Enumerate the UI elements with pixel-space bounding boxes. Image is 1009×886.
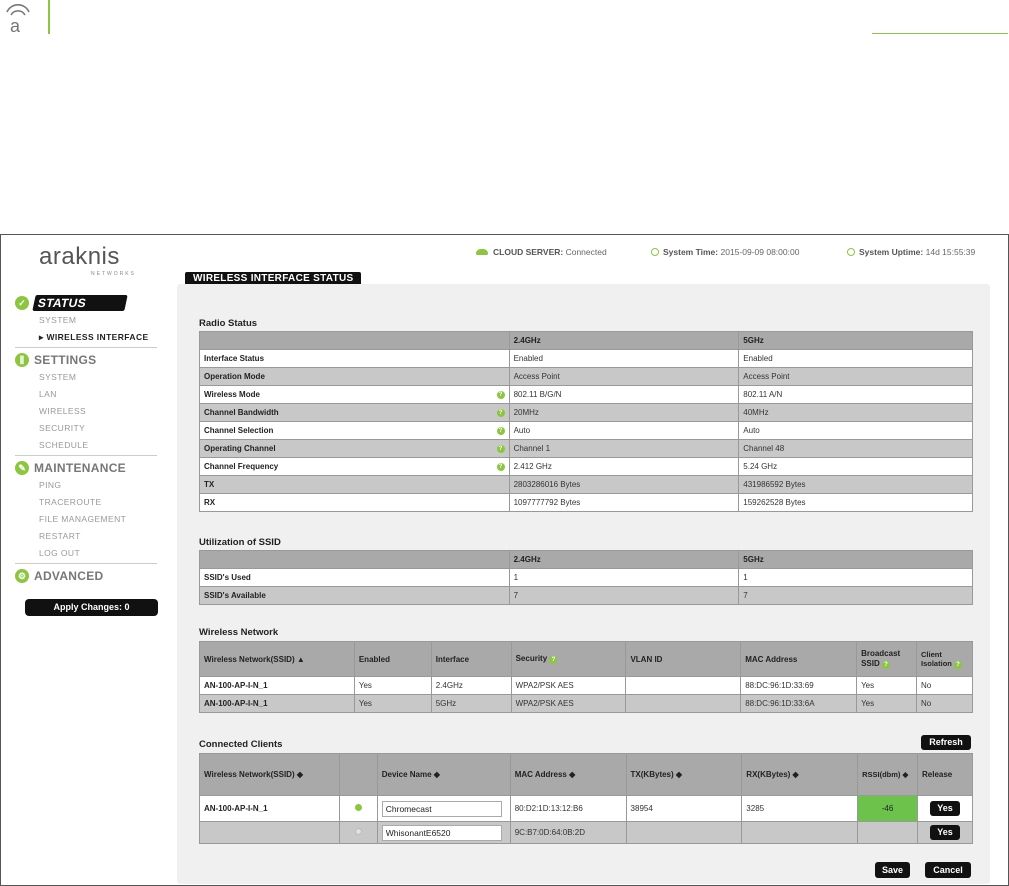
wrench-icon: ✎ bbox=[15, 460, 29, 475]
table-row: RX 1097777792 Bytes 159262528 Bytes bbox=[199, 493, 973, 512]
table-row: AN-100-AP-I-N_1 Yes 2.4GHz WPA2/PSK AES 88:D… bbox=[199, 676, 973, 695]
nav-settings[interactable]: ⫼ SETTINGS bbox=[15, 350, 160, 369]
clock-icon bbox=[847, 248, 855, 256]
table-row: AN-100-AP-I-N_1 Chromecast 80:D2:1D:13:1… bbox=[199, 795, 973, 822]
cancel-button[interactable]: Cancel bbox=[925, 862, 971, 878]
release-button[interactable]: Yes bbox=[930, 801, 960, 816]
table-row: Channel Selection? Auto Auto bbox=[199, 421, 973, 440]
divider bbox=[15, 455, 157, 456]
sliders-icon: ⫼ bbox=[15, 352, 29, 367]
check-icon: ✓ bbox=[15, 295, 29, 310]
connected-clients-table: Wireless Network(SSID) ◆ Device Name ◆ M… bbox=[199, 753, 973, 844]
nav-maint-traceroute[interactable]: TRACEROUTE bbox=[15, 494, 160, 511]
system-uptime: System Uptime: 14d 15:55:39 bbox=[847, 247, 975, 257]
clock-icon bbox=[651, 248, 659, 256]
help-icon[interactable]: ? bbox=[549, 656, 558, 664]
table-row: Interface Status Enabled Enabled bbox=[199, 349, 973, 368]
main-content: Radio Status 2.4GHz 5GHz Interface Status… bbox=[177, 284, 990, 884]
table-row: Operating Channel? Channel 1 Channel 48 bbox=[199, 439, 973, 458]
nav-settings-security[interactable]: SECURITY bbox=[15, 420, 160, 437]
help-icon[interactable]: ? bbox=[496, 463, 505, 471]
router-ui-frame: araknis NETWORKS CLOUD SERVER: Connected… bbox=[0, 234, 1009, 886]
divider bbox=[15, 563, 157, 564]
apply-changes-button[interactable]: Apply Changes: 0 bbox=[25, 599, 158, 616]
rssi-value: -46 bbox=[857, 795, 918, 822]
sort-rx-header[interactable]: RX(KBytes) ◆ bbox=[741, 753, 859, 796]
connected-clients-title: Connected Clients bbox=[199, 739, 283, 750]
nav-advanced[interactable]: ⚙ ADVANCED bbox=[15, 566, 160, 585]
release-button[interactable]: Yes bbox=[930, 825, 960, 840]
help-icon[interactable]: ? bbox=[496, 427, 505, 435]
table-row: Channel Frequency? 2.412 GHz 5.24 GHz bbox=[199, 457, 973, 476]
radio-status-title: Radio Status bbox=[199, 318, 258, 329]
sort-tx-header[interactable]: TX(KBytes) ◆ bbox=[625, 753, 743, 796]
table-row: Wireless Mode? 802.11 B/G/N 802.11 A/N bbox=[199, 385, 973, 404]
sort-ssid-header[interactable]: Wireless Network(SSID) ▲ bbox=[199, 641, 355, 677]
nav-status-wireless-interface[interactable]: ▸ WIRELESS INTERFACE bbox=[15, 329, 160, 346]
cloud-server-status: CLOUD SERVER: Connected bbox=[476, 247, 607, 257]
sidebar: ✓ STATUS SYSTEM ▸ WIRELESS INTERFACE ⫼ S… bbox=[15, 293, 160, 585]
sort-device-header[interactable]: Device Name ◆ bbox=[376, 753, 511, 796]
help-icon[interactable]: ? bbox=[953, 660, 962, 669]
wireless-network-table: Wireless Network(SSID) ▲ Enabled Interfa… bbox=[199, 641, 973, 713]
wireless-network-title: Wireless Network bbox=[199, 627, 279, 638]
help-icon[interactable]: ? bbox=[496, 391, 505, 399]
online-status-icon bbox=[354, 804, 362, 811]
offline-status-icon bbox=[354, 828, 362, 835]
help-icon[interactable]: ? bbox=[496, 409, 505, 417]
table-row: SSID's Available 7 7 bbox=[199, 586, 973, 605]
help-icon[interactable]: ? bbox=[881, 661, 890, 669]
nav-maint-logout[interactable]: LOG OUT bbox=[15, 545, 160, 562]
radio-status-table: 2.4GHz 5GHz Interface Status Enabled Enable… bbox=[199, 331, 973, 512]
table-row: SSID's Used 1 1 bbox=[199, 568, 973, 587]
save-button[interactable]: Save bbox=[875, 862, 910, 878]
divider bbox=[15, 347, 157, 348]
table-row: WhisonantE6520 9C:B7:0D:64:0B:2D Yes bbox=[199, 821, 973, 844]
refresh-button[interactable]: Refresh bbox=[921, 735, 971, 750]
table-row: TX 2803286016 Bytes 431986592 Bytes bbox=[199, 475, 973, 494]
help-icon[interactable]: ? bbox=[496, 445, 505, 453]
header-accent-bar bbox=[48, 0, 50, 34]
ssid-utilization-title: Utilization of SSID bbox=[199, 537, 281, 548]
sort-ssid-header[interactable]: Wireless Network(SSID) ◆ bbox=[199, 753, 340, 796]
araknis-mark-icon: a bbox=[4, 2, 32, 36]
cloud-icon bbox=[476, 249, 488, 255]
nav-status[interactable]: ✓ STATUS bbox=[15, 293, 160, 312]
nav-maint-ping[interactable]: PING bbox=[15, 477, 160, 494]
nav-settings-system[interactable]: SYSTEM bbox=[15, 369, 160, 386]
nav-status-system[interactable]: SYSTEM bbox=[15, 312, 160, 329]
logo-subtext: NETWORKS bbox=[91, 271, 136, 277]
nav-settings-schedule[interactable]: SCHEDULE bbox=[15, 437, 160, 454]
device-name-field[interactable]: WhisonantE6520 bbox=[381, 824, 502, 841]
araknis-logo: araknis NETWORKS bbox=[39, 243, 139, 285]
header-accent-line bbox=[872, 33, 1008, 34]
nav-maint-restart[interactable]: RESTART bbox=[15, 528, 160, 545]
nav-maint-file-management[interactable]: FILE MANAGEMENT bbox=[15, 511, 160, 528]
gear-icon: ⚙ bbox=[15, 568, 29, 583]
logo-text: araknis bbox=[39, 243, 120, 270]
table-row: Channel Bandwidth? 20MHz 40MHz bbox=[199, 403, 973, 422]
nav-settings-lan[interactable]: LAN bbox=[15, 386, 160, 403]
table-row: AN-100-AP-I-N_1 Yes 5GHz WPA2/PSK AES 88:DC:… bbox=[199, 694, 973, 713]
ssid-utilization-table: 2.4GHz 5GHz SSID's Used 1 1 SSID's Availabl… bbox=[199, 550, 973, 605]
nav-settings-wireless[interactable]: WIRELESS bbox=[15, 403, 160, 420]
device-name-field[interactable]: Chromecast bbox=[381, 800, 502, 817]
sort-rssi-header[interactable]: RSSI(dbm) ◆ bbox=[857, 753, 918, 796]
nav-maintenance[interactable]: ✎ MAINTENANCE bbox=[15, 458, 160, 477]
svg-text:a: a bbox=[10, 16, 21, 34]
sort-mac-header[interactable]: MAC Address ◆ bbox=[509, 753, 627, 796]
table-row: Operation Mode Access Point Access Point bbox=[199, 367, 973, 386]
system-time: System Time: 2015-09-09 08:00:00 bbox=[651, 247, 799, 257]
